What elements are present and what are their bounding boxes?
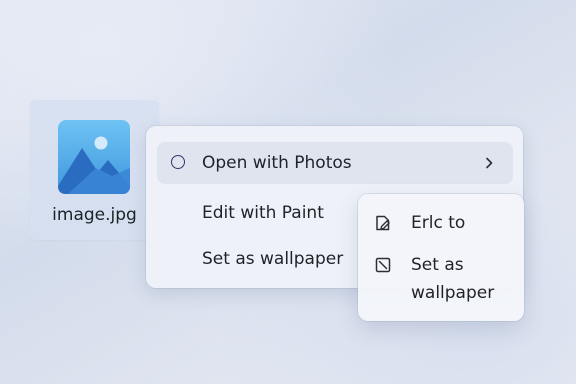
menu-item-open-with-photos[interactable]: Open with Photos [157,142,513,184]
menu-item-label: Open with Photos [202,153,352,173]
radio-circle-icon [171,155,185,169]
image-thumbnail-icon [58,120,130,194]
submenu-item-edit-to[interactable]: Erlc to [364,208,518,238]
file-tile[interactable]: image.jpg [30,100,159,240]
submenu-item-label: Set as wallpaper [411,255,495,303]
submenu-item-label: Erlc to [411,213,466,233]
file-name-label: image.jpg [52,205,137,225]
doc-edit-icon [376,215,390,231]
menu-item-label: Set as wallpaper [202,249,344,269]
submenu-item-set-as-wallpaper[interactable]: Set as wallpaper [364,250,518,312]
menu-item-label: Edit with Paint [202,203,324,223]
submenu: Erlc to Set as wallpaper [358,194,524,321]
chevron-right-icon [486,157,493,169]
wallpaper-icon [375,257,391,273]
